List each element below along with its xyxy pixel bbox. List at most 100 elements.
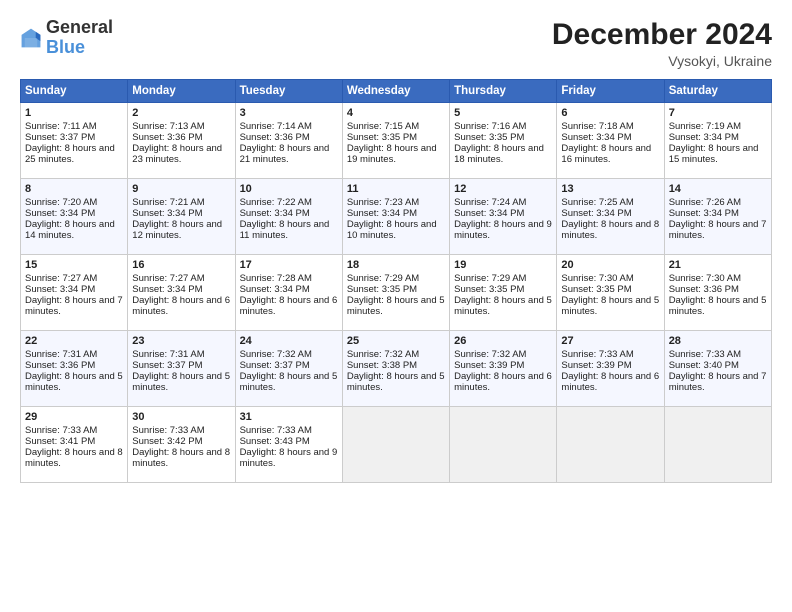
daylight-text: Daylight: 8 hours and 6 minutes. [561, 371, 659, 393]
sunset-text: Sunset: 3:41 PM [25, 436, 123, 447]
calendar-cell: 11Sunrise: 7:23 AMSunset: 3:34 PMDayligh… [342, 179, 449, 255]
calendar-cell: 10Sunrise: 7:22 AMSunset: 3:34 PMDayligh… [235, 179, 342, 255]
sunset-text: Sunset: 3:40 PM [669, 360, 767, 371]
sunset-text: Sunset: 3:39 PM [454, 360, 552, 371]
calendar-cell: 21Sunrise: 7:30 AMSunset: 3:36 PMDayligh… [664, 255, 771, 331]
sunset-text: Sunset: 3:39 PM [561, 360, 659, 371]
sunset-text: Sunset: 3:35 PM [347, 132, 445, 143]
sunrise-text: Sunrise: 7:33 AM [669, 349, 767, 360]
sunrise-text: Sunrise: 7:29 AM [347, 273, 445, 284]
sunrise-text: Sunrise: 7:32 AM [347, 349, 445, 360]
calendar-cell: 7Sunrise: 7:19 AMSunset: 3:34 PMDaylight… [664, 103, 771, 179]
sunset-text: Sunset: 3:43 PM [240, 436, 338, 447]
calendar-cell: 31Sunrise: 7:33 AMSunset: 3:43 PMDayligh… [235, 407, 342, 483]
calendar-cell [342, 407, 449, 483]
day-number: 8 [25, 183, 123, 195]
logo-text: General Blue [46, 18, 113, 58]
day-number: 19 [454, 259, 552, 271]
day-number: 21 [669, 259, 767, 271]
title-block: December 2024 Vysokyi, Ukraine [552, 18, 772, 69]
sunset-text: Sunset: 3:36 PM [669, 284, 767, 295]
sunrise-text: Sunrise: 7:33 AM [240, 425, 338, 436]
daylight-text: Daylight: 8 hours and 19 minutes. [347, 143, 445, 165]
daylight-text: Daylight: 8 hours and 8 minutes. [132, 447, 230, 469]
sunset-text: Sunset: 3:37 PM [240, 360, 338, 371]
daylight-text: Daylight: 8 hours and 5 minutes. [25, 371, 123, 393]
day-number: 7 [669, 107, 767, 119]
calendar-table: Sunday Monday Tuesday Wednesday Thursday… [20, 79, 772, 483]
day-number: 6 [561, 107, 659, 119]
logo-icon [20, 27, 42, 49]
calendar-cell: 13 Sunrise: 7:25 AMSunset: 3:34 PMDayligh… [557, 179, 664, 255]
sunrise-text: Sunrise: 7:24 AM [454, 197, 552, 208]
day-number: 10 [240, 183, 338, 195]
sunset-text: Sunset: 3:35 PM [347, 284, 445, 295]
calendar-cell: 15Sunrise: 7:27 AMSunset: 3:34 PMDayligh… [21, 255, 128, 331]
calendar-cell: 14Sunrise: 7:26 AMSunset: 3:34 PMDayligh… [664, 179, 771, 255]
day-number: 25 [347, 335, 445, 347]
sunrise-text: Sunrise: 7:18 AM [561, 121, 659, 132]
daylight-text: Daylight: 8 hours and 5 minutes. [347, 295, 445, 317]
sunset-text: Sunset: 3:34 PM [561, 208, 659, 219]
sunrise-text: Sunrise: 7:25 AM [561, 197, 659, 208]
sunrise-text: Sunrise: 7:29 AM [454, 273, 552, 284]
day-number: 5 [454, 107, 552, 119]
sunset-text: Sunset: 3:34 PM [132, 284, 230, 295]
sunrise-text: Sunrise: 7:32 AM [454, 349, 552, 360]
day-number: 16 [132, 259, 230, 271]
calendar-cell: 30Sunrise: 7:33 AMSunset: 3:42 PMDayligh… [128, 407, 235, 483]
sunrise-text: Sunrise: 7:21 AM [132, 197, 230, 208]
calendar-cell: 17Sunrise: 7:28 AMSunset: 3:34 PMDayligh… [235, 255, 342, 331]
calendar-week-row: 29Sunrise: 7:33 AMSunset: 3:41 PMDayligh… [21, 407, 772, 483]
day-number: 29 [25, 411, 123, 423]
daylight-text: Daylight: 8 hours and 12 minutes. [132, 219, 230, 241]
calendar-cell: 26 Sunrise: 7:32 AMSunset: 3:39 PMDayligh… [450, 331, 557, 407]
sunrise-text: Sunrise: 7:32 AM [240, 349, 338, 360]
day-number: 11 [347, 183, 445, 195]
sunset-text: Sunset: 3:34 PM [561, 132, 659, 143]
sunset-text: Sunset: 3:34 PM [240, 284, 338, 295]
sunrise-text: Sunrise: 7:20 AM [25, 197, 123, 208]
day-number: 12 [454, 183, 552, 195]
sunset-text: Sunset: 3:34 PM [25, 208, 123, 219]
calendar-cell: 1Sunrise: 7:11 AMSunset: 3:37 PMDaylight… [21, 103, 128, 179]
daylight-text: Daylight: 8 hours and 8 minutes. [25, 447, 123, 469]
sunrise-text: Sunrise: 7:15 AM [347, 121, 445, 132]
day-number: 13 [561, 183, 659, 195]
calendar-cell: 2Sunrise: 7:13 AMSunset: 3:36 PMDaylight… [128, 103, 235, 179]
subtitle: Vysokyi, Ukraine [552, 53, 772, 69]
header-sunday: Sunday [21, 80, 128, 103]
day-number: 26 [454, 335, 552, 347]
sunset-text: Sunset: 3:42 PM [132, 436, 230, 447]
sunset-text: Sunset: 3:34 PM [240, 208, 338, 219]
daylight-text: Daylight: 8 hours and 5 minutes. [454, 295, 552, 317]
sunset-text: Sunset: 3:36 PM [240, 132, 338, 143]
sunrise-text: Sunrise: 7:30 AM [561, 273, 659, 284]
calendar-week-row: 8Sunrise: 7:20 AMSunset: 3:34 PMDaylight… [21, 179, 772, 255]
calendar-cell: 6 Sunrise: 7:18 AMSunset: 3:34 PMDaylight… [557, 103, 664, 179]
daylight-text: Daylight: 8 hours and 8 minutes. [561, 219, 659, 241]
daylight-text: Daylight: 8 hours and 16 minutes. [561, 143, 659, 165]
day-number: 18 [347, 259, 445, 271]
daylight-text: Daylight: 8 hours and 6 minutes. [240, 295, 338, 317]
header-tuesday: Tuesday [235, 80, 342, 103]
daylight-text: Daylight: 8 hours and 6 minutes. [454, 371, 552, 393]
calendar-cell [664, 407, 771, 483]
daylight-text: Daylight: 8 hours and 7 minutes. [669, 371, 767, 393]
daylight-text: Daylight: 8 hours and 7 minutes. [25, 295, 123, 317]
day-number: 15 [25, 259, 123, 271]
sunset-text: Sunset: 3:37 PM [132, 360, 230, 371]
header-friday: Friday [557, 80, 664, 103]
day-number: 14 [669, 183, 767, 195]
daylight-text: Daylight: 8 hours and 5 minutes. [132, 371, 230, 393]
daylight-text: Daylight: 8 hours and 9 minutes. [240, 447, 338, 469]
sunrise-text: Sunrise: 7:23 AM [347, 197, 445, 208]
calendar-cell: 19Sunrise: 7:29 AMSunset: 3:35 PMDayligh… [450, 255, 557, 331]
calendar-cell: 24Sunrise: 7:32 AMSunset: 3:37 PMDayligh… [235, 331, 342, 407]
calendar-cell: 9Sunrise: 7:21 AMSunset: 3:34 PMDaylight… [128, 179, 235, 255]
daylight-text: Daylight: 8 hours and 9 minutes. [454, 219, 552, 241]
sunrise-text: Sunrise: 7:31 AM [132, 349, 230, 360]
sunset-text: Sunset: 3:34 PM [669, 208, 767, 219]
sunrise-text: Sunrise: 7:22 AM [240, 197, 338, 208]
calendar-week-row: 15Sunrise: 7:27 AMSunset: 3:34 PMDayligh… [21, 255, 772, 331]
